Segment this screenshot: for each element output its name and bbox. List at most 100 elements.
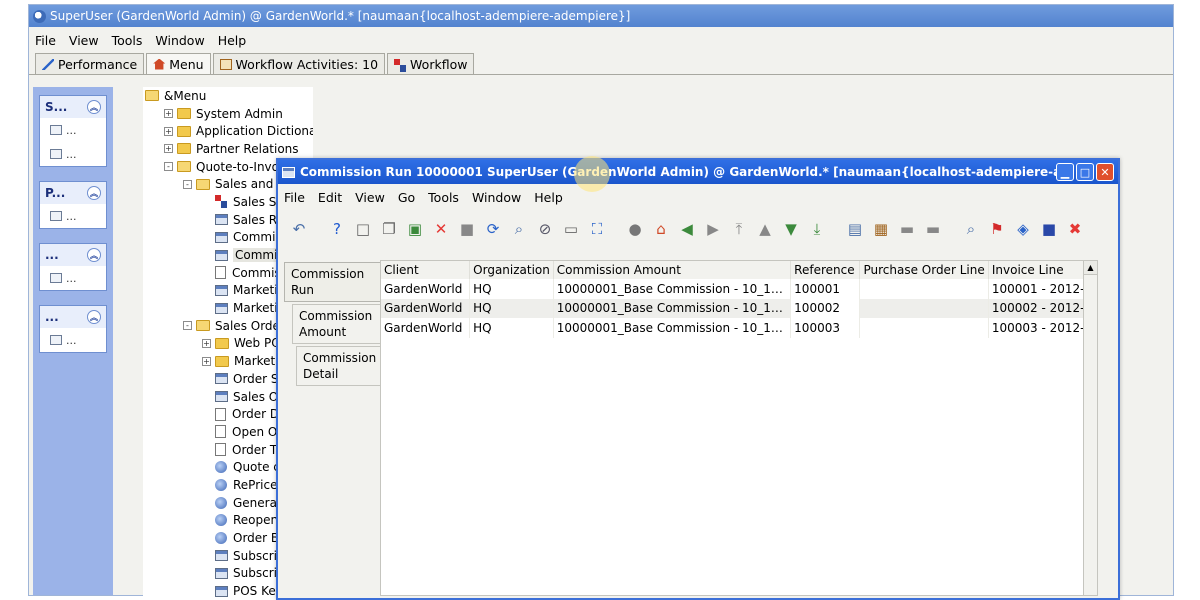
cell-purchase-order-line[interactable] <box>859 298 989 318</box>
menu-tools[interactable]: Tools <box>112 33 143 48</box>
column-header-reference[interactable]: Reference <box>790 261 861 279</box>
history-button[interactable]: ● <box>624 218 646 240</box>
tree-item[interactable]: + System Admin <box>143 105 313 123</box>
menu-go[interactable]: Go <box>398 190 415 205</box>
collapse-icon[interactable]: ︽ <box>87 100 101 114</box>
archive-button[interactable]: ▦ <box>870 218 892 240</box>
cell-organization[interactable]: HQ <box>469 318 554 338</box>
expand-icon[interactable]: + <box>164 126 173 136</box>
tab-workflow[interactable]: Workflow <box>387 53 475 74</box>
side-group-header[interactable]: ... ︽ <box>40 306 106 328</box>
cell-reference[interactable]: 100003 <box>790 318 861 338</box>
cell-organization[interactable]: HQ <box>469 279 554 299</box>
cell-client[interactable]: GardenWorld <box>381 279 471 299</box>
tab-commission-run[interactable]: Commission Run <box>284 262 382 302</box>
parent-record-button[interactable]: ◀ <box>676 218 698 240</box>
expand-icon[interactable]: + <box>164 144 173 154</box>
cell-client[interactable]: GardenWorld <box>381 298 471 318</box>
collapse-icon[interactable]: - <box>164 162 173 172</box>
maximize-button[interactable]: □ <box>1076 163 1094 181</box>
scroll-up-icon[interactable]: ▲ <box>1084 261 1097 275</box>
menu-help[interactable]: Help <box>534 190 563 205</box>
side-group-header[interactable]: ... ︽ <box>40 244 106 266</box>
tree-item[interactable]: + Partner Relations <box>143 140 313 158</box>
last-record-button[interactable]: ⤓ <box>806 218 828 240</box>
previous-record-button[interactable]: ▲ <box>754 218 776 240</box>
side-item[interactable]: ... <box>40 204 106 228</box>
side-item[interactable]: ... <box>40 266 106 290</box>
report-button[interactable]: ▤ <box>844 218 866 240</box>
column-header-invoice-line[interactable]: Invoice Line <box>988 261 1097 279</box>
next-record-button[interactable]: ▼ <box>780 218 802 240</box>
close-button[interactable]: ✕ <box>1096 163 1114 181</box>
side-item[interactable]: ... <box>40 118 106 142</box>
table-row[interactable]: GardenWorld HQ 10000001_Base Commission … <box>381 298 1097 318</box>
first-record-button[interactable]: ⤒ <box>728 218 750 240</box>
home-button[interactable]: ⌂ <box>650 218 672 240</box>
table-row[interactable]: GardenWorld HQ 10000001_Base Commission … <box>381 318 1097 338</box>
column-header-purchase-order-line[interactable]: Purchase Order Line <box>859 261 989 279</box>
cell-commission-amount[interactable]: 10000001_Base Commission - 10_1000... <box>553 298 792 318</box>
zoom-across-button[interactable]: ⌕ <box>960 218 982 240</box>
commission-titlebar[interactable]: Commission Run 10000001 SuperUser (Garde… <box>278 160 1118 184</box>
side-item[interactable]: ... <box>40 328 106 352</box>
cell-invoice-line[interactable]: 100003 - 2012-06-10 0 <box>988 318 1097 338</box>
help-button[interactable]: ? <box>326 218 348 240</box>
cell-reference[interactable]: 100001 <box>790 279 861 299</box>
side-group-header[interactable]: S... ︽ <box>40 96 106 118</box>
column-header-client[interactable]: Client <box>381 261 471 279</box>
collapse-icon[interactable]: ︽ <box>87 186 101 200</box>
detail-record-button[interactable]: ▶ <box>702 218 724 240</box>
grid-vertical-scrollbar[interactable]: ▲ <box>1083 261 1097 595</box>
tree-item[interactable]: + Application Dictionary <box>143 122 313 140</box>
menu-edit[interactable]: Edit <box>318 190 342 205</box>
table-row[interactable]: GardenWorld HQ 10000001_Base Commission … <box>381 279 1097 299</box>
menu-window[interactable]: Window <box>472 190 521 205</box>
cell-purchase-order-line[interactable] <box>859 279 989 299</box>
menu-help[interactable]: Help <box>218 33 247 48</box>
collapse-icon[interactable]: - <box>183 179 192 189</box>
column-header-commission-amount[interactable]: Commission Amount <box>553 261 792 279</box>
copy-record-button[interactable]: ❐ <box>378 218 400 240</box>
tree-item[interactable]: &Menu <box>143 87 313 105</box>
tab-menu[interactable]: Menu <box>146 53 211 74</box>
requests-button[interactable]: ◈ <box>1012 218 1034 240</box>
delete-selection-button[interactable]: ■ <box>456 218 478 240</box>
save-button[interactable]: ▣ <box>404 218 426 240</box>
side-group-header[interactable]: P... ︽ <box>40 182 106 204</box>
menu-view[interactable]: View <box>355 190 385 205</box>
print-button[interactable]: ▬ <box>922 218 944 240</box>
side-item[interactable]: ... <box>40 142 106 166</box>
minimize-button[interactable]: ▁ <box>1056 163 1074 181</box>
expand-icon[interactable]: + <box>202 338 211 348</box>
expand-icon[interactable]: + <box>164 109 173 119</box>
attachment-button[interactable]: ⊘ <box>534 218 556 240</box>
cell-purchase-order-line[interactable] <box>859 318 989 338</box>
exit-button[interactable]: ✖ <box>1064 218 1086 240</box>
new-record-button[interactable]: □ <box>352 218 374 240</box>
cell-client[interactable]: GardenWorld <box>381 318 471 338</box>
tab-performance[interactable]: Performance <box>35 53 145 74</box>
cell-commission-amount[interactable]: 10000001_Base Commission - 10_1000... <box>553 279 792 299</box>
product-info-button[interactable]: ■ <box>1038 218 1060 240</box>
menu-file[interactable]: File <box>284 190 305 205</box>
collapse-icon[interactable]: - <box>183 321 192 331</box>
cell-invoice-line[interactable]: 100002 - 2012-06-10 0 <box>988 298 1097 318</box>
grid-toggle-button[interactable]: ⛶ <box>586 218 608 240</box>
menu-file[interactable]: File <box>35 33 56 48</box>
active-workflows-button[interactable]: ⚑ <box>986 218 1008 240</box>
menu-tools[interactable]: Tools <box>428 190 459 205</box>
main-titlebar[interactable]: SuperUser (GardenWorld Admin) @ GardenWo… <box>29 5 1173 27</box>
delete-button[interactable]: ✕ <box>430 218 452 240</box>
collapse-icon[interactable]: ︽ <box>87 310 101 324</box>
tab-commission-amount[interactable]: Commission Amount <box>292 304 382 344</box>
print-preview-button[interactable]: ▬ <box>896 218 918 240</box>
collapse-icon[interactable]: ︽ <box>87 248 101 262</box>
refresh-button[interactable]: ⟳ <box>482 218 504 240</box>
tab-commission-detail[interactable]: Commission Detail <box>296 346 382 386</box>
cell-organization[interactable]: HQ <box>469 298 554 318</box>
menu-view[interactable]: View <box>69 33 99 48</box>
cell-reference[interactable]: 100002 <box>790 298 861 318</box>
menu-window[interactable]: Window <box>155 33 204 48</box>
column-header-organization[interactable]: Organization <box>469 261 554 279</box>
